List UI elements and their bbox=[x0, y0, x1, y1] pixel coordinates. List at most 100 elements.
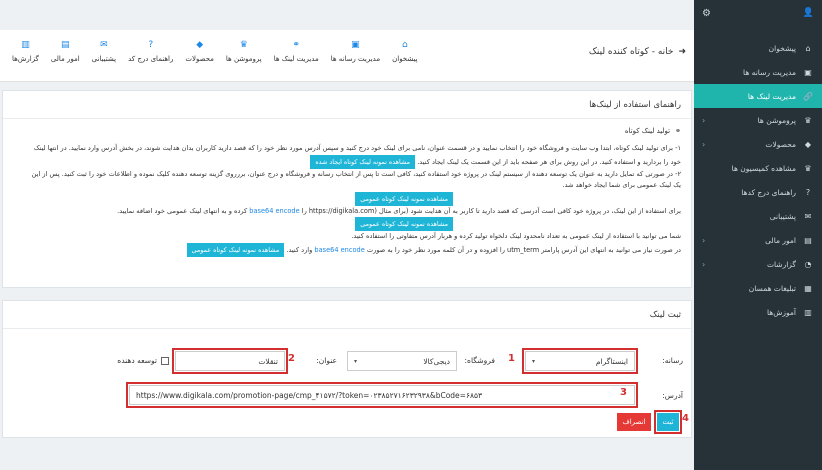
top-nav-item[interactable]: ⌂ پیشخوان bbox=[386, 40, 424, 63]
book-icon: ▥ bbox=[804, 307, 812, 317]
sidebar-item[interactable]: ♛ پروموشن ها ‹ bbox=[694, 108, 822, 132]
top-nav-item[interactable]: ▤ امور مالی bbox=[45, 40, 86, 63]
guide-text: برای استفاده از این لینک، در پروژه خود ک… bbox=[117, 206, 681, 215]
sidebar-item[interactable]: ▦ تبلیغات همسان bbox=[694, 276, 822, 300]
annotation-number-4: 4 bbox=[682, 413, 689, 424]
ads-icon: ▦ bbox=[804, 283, 812, 293]
annotation-number-1: 1 bbox=[508, 353, 515, 364]
title-label: عنوان: bbox=[316, 356, 337, 365]
top-nav-item[interactable]: ▣ مدیریت رسانه ها bbox=[325, 40, 386, 63]
checkbox-box[interactable] bbox=[161, 356, 169, 365]
media-label: رسانه: bbox=[662, 356, 683, 365]
annotation-number-2: 2 bbox=[288, 353, 295, 364]
report-icon: ▥ bbox=[21, 40, 30, 50]
report-icon: ◔ bbox=[804, 259, 812, 269]
chat-icon: ✉ bbox=[100, 40, 108, 50]
address-label: آدرس: bbox=[662, 391, 683, 400]
developer-checkbox[interactable]: توسعه دهنده bbox=[117, 356, 169, 365]
media-icon: ▣ bbox=[804, 67, 812, 77]
top-nav: ▥ گزارش‌ها ▤ امور مالی ✉ پشتیبانی? راهنمای درج… bbox=[6, 40, 424, 63]
media-icon: ▣ bbox=[351, 40, 360, 50]
trophy-icon: ♛ bbox=[804, 163, 812, 173]
guide-title: راهنمای استفاده از لینک‌ها bbox=[3, 91, 691, 119]
wallet-icon: ▤ bbox=[61, 40, 70, 50]
annotation-box-1 bbox=[522, 348, 638, 374]
trophy-icon: ♛ bbox=[804, 115, 812, 125]
store-select[interactable]: دیجی‌کالا ▾ bbox=[347, 351, 457, 371]
main-area: ➜ خانه - کوتاه کننده لینک ▥ گزارش‌ها ▤ امور… bbox=[0, 0, 694, 470]
top-nav-label: پشتیبانی bbox=[91, 55, 117, 63]
sidebar-item-label: پروموشن ها bbox=[757, 115, 796, 125]
guide-text: یک لینک عمومی برای شما ایجاد خواهد شد. bbox=[562, 181, 682, 189]
sample-public-link-button[interactable]: مشاهده نمونه لینک کوتاه عمومی bbox=[186, 242, 285, 257]
sidebar-item[interactable]: ◔ گزارشات ‹ bbox=[694, 252, 822, 276]
top-nav-item[interactable]: ▥ گزارش‌ها bbox=[6, 40, 45, 63]
breadcrumb: ➜ خانه - کوتاه کننده لینک bbox=[589, 47, 686, 57]
annotation-box-3 bbox=[126, 382, 638, 408]
wallet-icon: ▤ bbox=[804, 235, 812, 245]
top-nav-item[interactable]: ⚭ مدیریت لینک ها bbox=[268, 40, 325, 63]
sample-public-link-button[interactable]: مشاهده نمونه لینک کوتاه عمومی bbox=[355, 217, 453, 231]
top-nav-label: محصولات bbox=[185, 55, 214, 63]
top-nav-label: راهنمای درج کد bbox=[128, 55, 174, 63]
sidebar-item[interactable]: ▥ آموزش‌ها bbox=[694, 300, 822, 324]
link-icon: ⚭ bbox=[675, 127, 681, 135]
base64-encode-link[interactable]: base64 encode bbox=[314, 246, 364, 254]
gear-icon[interactable]: ⚙ bbox=[702, 8, 711, 19]
help-icon: ? bbox=[148, 40, 154, 50]
arrow-right-circle-icon[interactable]: ➜ bbox=[678, 47, 686, 57]
sidebar-item-label: پشتیبانی bbox=[769, 211, 796, 221]
sidebar-item[interactable]: ✉ پشتیبانی bbox=[694, 204, 822, 228]
guide-panel: راهنمای استفاده از لینک‌ها ⚭ تولید لینک … bbox=[2, 90, 692, 288]
sidebar-item-label: پیشخوان bbox=[768, 43, 796, 53]
sidebar-item[interactable]: 🔗 مدیریت لینک ها bbox=[694, 84, 822, 108]
sidebar-item[interactable]: ◆ محصولات ‹ bbox=[694, 132, 822, 156]
chevron-left-icon: ‹ bbox=[702, 235, 706, 245]
trophy-icon: ♛ bbox=[239, 40, 248, 50]
link-icon: 🔗 bbox=[803, 91, 813, 101]
annotation-number-3: 3 bbox=[620, 387, 627, 398]
chevron-left-icon: ‹ bbox=[702, 139, 706, 149]
guide-subtitle: ⚭ تولید لینک کوتاه bbox=[624, 127, 681, 135]
top-bar: ➜ خانه - کوتاه کننده لینک ▥ گزارش‌ها ▤ امور… bbox=[0, 30, 694, 82]
annotation-box-2 bbox=[172, 348, 288, 374]
sidebar-item-label: مدیریت لینک ها bbox=[747, 91, 796, 101]
guide-text: ۲- در صورتی که تمایل دارید به عنوان یک ت… bbox=[31, 169, 681, 178]
sidebar-item-label: مدیریت رسانه ها bbox=[743, 67, 796, 77]
top-nav-label: امور مالی bbox=[50, 55, 80, 63]
top-nav-item[interactable]: ? راهنمای درج کد bbox=[122, 40, 179, 63]
top-nav-label: پروموشن ها bbox=[225, 55, 262, 63]
top-nav-label: پیشخوان bbox=[392, 55, 418, 63]
annotation-box-4 bbox=[654, 410, 682, 434]
sidebar-item[interactable]: ♛ مشاهده کمیسیون ها bbox=[694, 156, 822, 180]
user-icon[interactable]: 👤 bbox=[803, 8, 814, 18]
top-nav-item[interactable]: ♛ پروموشن ها bbox=[220, 40, 268, 63]
guide-text: ۱- برای تولید لینک کوتاه، ابتدا وب سایت … bbox=[33, 144, 681, 152]
top-nav-item[interactable]: ✉ پشتیبانی bbox=[86, 40, 122, 63]
sample-public-link-button[interactable]: مشاهده نمونه لینک کوتاه عمومی bbox=[355, 191, 453, 206]
form-panel: ثبت لینک رسانه: اینستاگرام ▾ 1 فروشگاه: … bbox=[2, 300, 692, 438]
top-nav-label: گزارش‌ها bbox=[12, 55, 39, 63]
guide-text: خود را بردارید و استفاده کنید. در این رو… bbox=[13, 154, 681, 169]
tag-icon: ◆ bbox=[804, 139, 812, 149]
home-icon: ⌂ bbox=[402, 40, 408, 50]
help-icon: ? bbox=[805, 187, 811, 197]
sidebar-item[interactable]: ⌂ پیشخوان bbox=[694, 36, 822, 60]
sidebar-item[interactable]: ▤ امور مالی ‹ bbox=[694, 228, 822, 252]
guide-body: ۱- برای تولید لینک کوتاه، ابتدا وب سایت … bbox=[3, 141, 691, 259]
cancel-button[interactable]: انصراف bbox=[617, 413, 651, 431]
guide-text: شما می توانید با استفاده از لینک عمومی ب… bbox=[351, 232, 681, 240]
sidebar-item-label: راهنمای درج کدها bbox=[741, 187, 796, 197]
sidebar-item[interactable]: ▣ مدیریت رسانه ها bbox=[694, 60, 822, 84]
guide-text: در صورت نیاز می توانید به انتهای این آدر… bbox=[13, 242, 681, 257]
chevron-down-icon: ▾ bbox=[354, 357, 358, 365]
sample-short-link-button[interactable]: مشاهده نمونه لینک کوتاه ایجاد شده bbox=[310, 154, 416, 169]
chat-icon: ✉ bbox=[804, 211, 812, 221]
sidebar-item-label: امور مالی bbox=[765, 235, 796, 245]
sidebar-list: ⌂ پیشخوان ▣ مدیریت رسانه ها 🔗 مدیریت لینک ها ♛… bbox=[694, 30, 822, 324]
base64-encode-link[interactable]: base64 encode bbox=[249, 207, 299, 215]
top-nav-item[interactable]: ◆ محصولات bbox=[179, 40, 220, 63]
sidebar-item[interactable]: ? راهنمای درج کدها bbox=[694, 180, 822, 204]
store-label: فروشگاه: bbox=[464, 356, 495, 365]
sidebar-item-label: آموزش‌ها bbox=[767, 307, 796, 317]
